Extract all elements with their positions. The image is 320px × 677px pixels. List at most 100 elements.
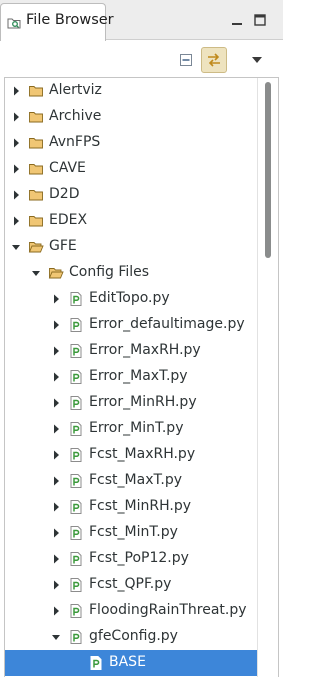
folder-icon bbox=[29, 86, 43, 97]
chevron-right-icon[interactable] bbox=[10, 163, 22, 175]
tree-file-row[interactable]: BASE bbox=[5, 650, 258, 676]
tree-item-label: BASE bbox=[109, 654, 146, 670]
tree-item-label: Fcst_MinT.py bbox=[89, 524, 178, 540]
python-file-icon bbox=[70, 422, 82, 436]
vertical-scrollbar[interactable] bbox=[257, 78, 278, 677]
chevron-right-icon[interactable] bbox=[10, 189, 22, 201]
tree-item-label: Fcst_MaxRH.py bbox=[89, 446, 196, 462]
folder-open-icon bbox=[48, 268, 64, 279]
chevron-right-icon[interactable] bbox=[10, 137, 22, 149]
view-menu-icon bbox=[252, 57, 262, 63]
python-file-icon bbox=[70, 396, 82, 410]
chevron-down-icon[interactable] bbox=[10, 241, 22, 253]
tab-file-browser[interactable]: File Browser bbox=[0, 3, 114, 41]
folder-icon bbox=[29, 164, 43, 175]
minimize-icon[interactable] bbox=[227, 10, 247, 30]
tree-folder-row[interactable]: D2D bbox=[5, 182, 258, 208]
chevron-right-icon[interactable] bbox=[50, 319, 62, 331]
tree-folder-row[interactable]: Archive bbox=[5, 104, 258, 130]
python-file-icon bbox=[70, 318, 82, 332]
tree-folder-row[interactable]: EDEX bbox=[5, 208, 258, 234]
tree-file-row[interactable]: FloodingRainThreat.py bbox=[5, 598, 258, 624]
chevron-right-icon[interactable] bbox=[50, 293, 62, 305]
tree-file-row[interactable]: Fcst_MaxT.py bbox=[5, 468, 258, 494]
tree-folder-row[interactable]: Config Files bbox=[5, 260, 258, 286]
tree-folder-row[interactable]: Alertviz bbox=[5, 78, 258, 104]
tree-file-row[interactable]: Fcst_MaxRH.py bbox=[5, 442, 258, 468]
tree-item-label: Fcst_MinRH.py bbox=[89, 498, 192, 514]
tree-file-row[interactable]: EditTopo.py bbox=[5, 286, 258, 312]
tree-item-label: Archive bbox=[49, 108, 102, 124]
scrollbar-thumb[interactable] bbox=[265, 82, 271, 258]
file-tree[interactable]: Alertviz Archive AvnFPS CAVE D2D EDEX GFE Confi… bbox=[4, 77, 279, 677]
tree-item-label: Fcst_MaxT.py bbox=[89, 472, 182, 488]
python-file-icon bbox=[70, 552, 82, 566]
maximize-icon[interactable] bbox=[250, 10, 270, 30]
chevron-right-icon[interactable] bbox=[50, 527, 62, 539]
chevron-right-icon[interactable] bbox=[50, 553, 62, 565]
tree-file-row[interactable]: Error_MinRH.py bbox=[5, 390, 258, 416]
link-with-editor-icon bbox=[208, 53, 220, 67]
chevron-right-icon[interactable] bbox=[10, 111, 22, 123]
tab-label: File Browser bbox=[26, 12, 114, 28]
link-with-editor-button[interactable] bbox=[201, 47, 227, 73]
chevron-right-icon[interactable] bbox=[50, 475, 62, 487]
chevron-right-icon[interactable] bbox=[50, 345, 62, 357]
tree-item-label: Error_MaxT.py bbox=[89, 368, 188, 384]
view-toolbar bbox=[0, 41, 283, 77]
view-menu-button[interactable] bbox=[244, 47, 270, 73]
python-file-icon bbox=[90, 656, 102, 670]
tree-item-label: Fcst_QPF.py bbox=[89, 576, 172, 592]
chevron-right-icon[interactable] bbox=[50, 397, 62, 409]
chevron-right-icon[interactable] bbox=[50, 423, 62, 435]
python-file-icon bbox=[70, 292, 82, 306]
tree-file-row[interactable]: Fcst_PoP12.py bbox=[5, 546, 258, 572]
tree-file-row[interactable]: Fcst_QPF.py bbox=[5, 572, 258, 598]
tree-item-label: FloodingRainThreat.py bbox=[89, 602, 247, 618]
tree-item-label: CAVE bbox=[49, 160, 86, 176]
tree-file-row[interactable]: Error_MaxT.py bbox=[5, 364, 258, 390]
tree-item-label: Fcst_PoP12.py bbox=[89, 550, 189, 566]
folder-icon bbox=[29, 216, 43, 227]
chevron-down-icon[interactable] bbox=[50, 631, 62, 643]
tree-file-row[interactable]: Error_defaultimage.py bbox=[5, 312, 258, 338]
tree-item-label: Alertviz bbox=[49, 82, 102, 98]
tree-item-label: Config Files bbox=[69, 264, 150, 280]
python-file-icon bbox=[70, 344, 82, 358]
python-file-icon bbox=[70, 370, 82, 384]
python-file-icon bbox=[70, 604, 82, 618]
tree-folder-row[interactable]: AvnFPS bbox=[5, 130, 258, 156]
tree-item-label: gfeConfig.py bbox=[89, 628, 178, 644]
collapse-all-button[interactable] bbox=[173, 47, 199, 73]
folder-icon bbox=[29, 190, 43, 201]
tree-item-label: EDEX bbox=[49, 212, 88, 228]
folder-icon bbox=[29, 138, 43, 149]
view-tab-bar: File Browser bbox=[0, 0, 283, 41]
chevron-right-icon[interactable] bbox=[10, 85, 22, 97]
chevron-right-icon[interactable] bbox=[50, 579, 62, 591]
tree-file-row[interactable]: Error_MinT.py bbox=[5, 416, 258, 442]
tree-folder-row[interactable]: GFE bbox=[5, 234, 258, 260]
file-browser-icon bbox=[7, 18, 21, 29]
chevron-right-icon[interactable] bbox=[50, 501, 62, 513]
tree-file-row[interactable]: Fcst_MinT.py bbox=[5, 520, 258, 546]
chevron-down-icon[interactable] bbox=[30, 267, 42, 279]
tree-item-label: Error_defaultimage.py bbox=[89, 316, 245, 332]
chevron-right-icon[interactable] bbox=[50, 605, 62, 617]
tree-item-label: Error_MinT.py bbox=[89, 420, 184, 436]
folder-icon bbox=[29, 112, 43, 123]
python-file-icon bbox=[70, 526, 82, 540]
tree-file-row[interactable]: gfeConfig.py bbox=[5, 624, 258, 650]
tree-file-row[interactable]: Error_MaxRH.py bbox=[5, 338, 258, 364]
chevron-right-icon[interactable] bbox=[50, 371, 62, 383]
tree-file-row[interactable]: Fcst_MinRH.py bbox=[5, 494, 258, 520]
python-file-icon bbox=[70, 578, 82, 592]
chevron-right-icon[interactable] bbox=[50, 449, 62, 461]
folder-open-icon bbox=[28, 242, 44, 253]
python-file-icon bbox=[70, 500, 82, 514]
python-file-icon bbox=[70, 448, 82, 462]
python-file-icon bbox=[70, 474, 82, 488]
tree-folder-row[interactable]: CAVE bbox=[5, 156, 258, 182]
chevron-right-icon[interactable] bbox=[10, 215, 22, 227]
tree-item-label: Error_MaxRH.py bbox=[89, 342, 201, 358]
